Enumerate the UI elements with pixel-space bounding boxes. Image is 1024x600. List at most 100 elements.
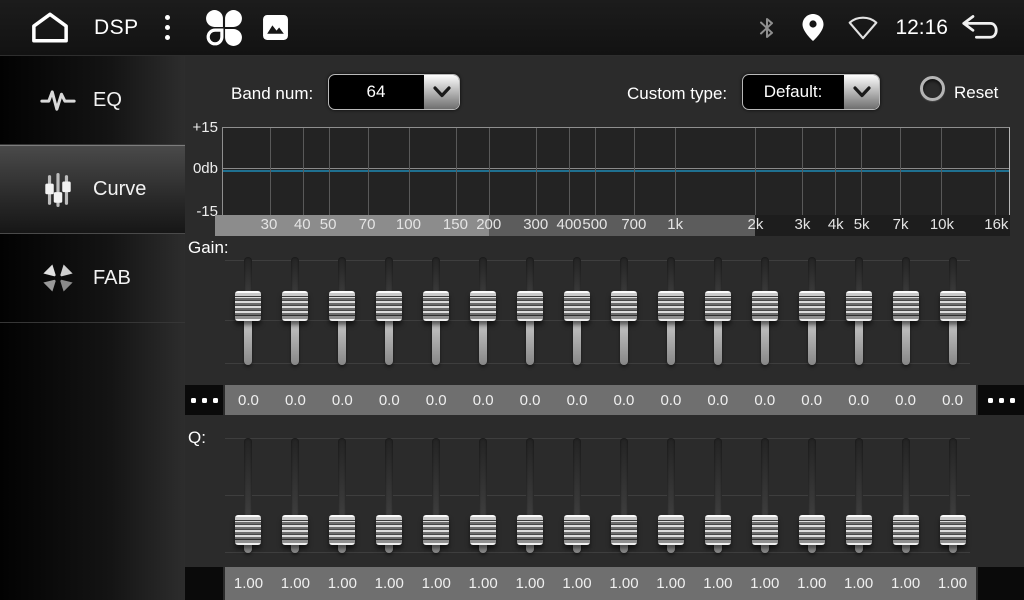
custom-type-dropdown[interactable]: Default: bbox=[742, 74, 880, 110]
gain-slider[interactable] bbox=[835, 250, 882, 380]
q-slider[interactable] bbox=[366, 420, 413, 560]
q-value: 1.00 bbox=[507, 575, 554, 592]
plot-gridline bbox=[303, 128, 304, 215]
gain-more-left-button[interactable] bbox=[185, 385, 223, 415]
gain-slider-knob[interactable] bbox=[282, 291, 308, 321]
gain-slider[interactable] bbox=[601, 250, 648, 380]
q-slider-knob[interactable] bbox=[846, 515, 872, 545]
gallery-icon[interactable] bbox=[262, 14, 289, 41]
q-slider-knob[interactable] bbox=[376, 515, 402, 545]
q-slider-knob[interactable] bbox=[752, 515, 778, 545]
gain-slider-knob[interactable] bbox=[470, 291, 496, 321]
gain-slider-knob[interactable] bbox=[517, 291, 543, 321]
q-slider[interactable] bbox=[835, 420, 882, 560]
gain-value: 0.0 bbox=[366, 392, 413, 409]
q-slider[interactable] bbox=[929, 420, 976, 560]
overflow-menu-icon[interactable] bbox=[165, 15, 170, 40]
gain-slider-knob[interactable] bbox=[611, 291, 637, 321]
gain-slider-knob[interactable] bbox=[235, 291, 261, 321]
gain-slider[interactable] bbox=[882, 250, 929, 380]
custom-type-value: Default: bbox=[743, 75, 843, 109]
gain-slider[interactable] bbox=[647, 250, 694, 380]
q-slider-knob[interactable] bbox=[564, 515, 590, 545]
plot-gridline bbox=[489, 128, 490, 215]
gain-slider[interactable] bbox=[507, 250, 554, 380]
q-slider-knob[interactable] bbox=[611, 515, 637, 545]
q-value: 1.00 bbox=[694, 575, 741, 592]
q-slider[interactable] bbox=[882, 420, 929, 560]
frequency-tick-label: 500 bbox=[582, 216, 607, 233]
q-slider-knob[interactable] bbox=[423, 515, 449, 545]
q-slider-knob[interactable] bbox=[705, 515, 731, 545]
plot-gridline bbox=[536, 128, 537, 215]
gain-slider[interactable] bbox=[413, 250, 460, 380]
chevron-down-icon[interactable] bbox=[843, 75, 879, 109]
gain-slider[interactable] bbox=[788, 250, 835, 380]
gain-slider[interactable] bbox=[694, 250, 741, 380]
sidebar-item-fab[interactable]: FAB bbox=[0, 234, 185, 323]
reset-radio-button[interactable] bbox=[920, 76, 945, 101]
gain-slider-knob[interactable] bbox=[799, 291, 825, 321]
gain-slider-knob[interactable] bbox=[752, 291, 778, 321]
frequency-tick-label: 30 bbox=[261, 216, 278, 233]
status-bar: DSP 12:16 bbox=[0, 0, 1024, 56]
q-slider[interactable] bbox=[225, 420, 272, 560]
gain-slider[interactable] bbox=[554, 250, 601, 380]
frequency-tick-label: 40 bbox=[294, 216, 311, 233]
frequency-tick-label: 70 bbox=[359, 216, 376, 233]
home-icon[interactable] bbox=[28, 11, 72, 44]
q-slider[interactable] bbox=[741, 420, 788, 560]
q-slider-knob[interactable] bbox=[235, 515, 261, 545]
q-slider-knob[interactable] bbox=[282, 515, 308, 545]
q-slider[interactable] bbox=[319, 420, 366, 560]
gain-slider-knob[interactable] bbox=[893, 291, 919, 321]
q-slider-knob[interactable] bbox=[893, 515, 919, 545]
q-slider[interactable] bbox=[788, 420, 835, 560]
q-slider-knob[interactable] bbox=[799, 515, 825, 545]
gain-slider[interactable] bbox=[929, 250, 976, 380]
back-icon[interactable] bbox=[958, 13, 1004, 43]
custom-type-label: Custom type: bbox=[627, 81, 727, 107]
gain-slider-knob[interactable] bbox=[329, 291, 355, 321]
plot-gridline bbox=[861, 128, 862, 215]
q-value: 1.00 bbox=[788, 575, 835, 592]
q-slider-knob[interactable] bbox=[470, 515, 496, 545]
apps-clover-icon[interactable] bbox=[204, 9, 244, 47]
gain-slider[interactable] bbox=[225, 250, 272, 380]
q-row-right-cap bbox=[978, 567, 1024, 600]
sidebar-item-curve[interactable]: Curve bbox=[0, 145, 185, 234]
gain-slider[interactable] bbox=[319, 250, 366, 380]
q-slider-knob[interactable] bbox=[940, 515, 966, 545]
gain-slider-knob[interactable] bbox=[376, 291, 402, 321]
q-slider[interactable] bbox=[413, 420, 460, 560]
gain-slider[interactable] bbox=[366, 250, 413, 380]
gain-slider-knob[interactable] bbox=[705, 291, 731, 321]
q-slider[interactable] bbox=[460, 420, 507, 560]
y-axis-label-min: -15 bbox=[185, 203, 218, 220]
q-slider[interactable] bbox=[507, 420, 554, 560]
sidebar-item-eq[interactable]: EQ bbox=[0, 56, 185, 145]
q-slider[interactable] bbox=[601, 420, 648, 560]
gain-slider-knob[interactable] bbox=[940, 291, 966, 321]
gain-slider-knob[interactable] bbox=[423, 291, 449, 321]
chevron-down-icon[interactable] bbox=[423, 75, 459, 109]
q-slider[interactable] bbox=[647, 420, 694, 560]
gain-slider-knob[interactable] bbox=[846, 291, 872, 321]
q-slider[interactable] bbox=[694, 420, 741, 560]
q-values-strip: 1.001.001.001.001.001.001.001.001.001.00… bbox=[225, 567, 976, 600]
gain-slider[interactable] bbox=[460, 250, 507, 380]
gain-slider-knob[interactable] bbox=[564, 291, 590, 321]
q-slider-knob[interactable] bbox=[658, 515, 684, 545]
gain-more-right-button[interactable] bbox=[978, 385, 1024, 415]
q-value: 1.00 bbox=[554, 575, 601, 592]
q-slider[interactable] bbox=[554, 420, 601, 560]
band-num-dropdown[interactable]: 64 bbox=[328, 74, 460, 110]
gain-slider[interactable] bbox=[272, 250, 319, 380]
gain-slider-knob[interactable] bbox=[658, 291, 684, 321]
q-slider-knob[interactable] bbox=[329, 515, 355, 545]
wifi-icon bbox=[847, 15, 879, 40]
gain-slider[interactable] bbox=[741, 250, 788, 380]
q-slider[interactable] bbox=[272, 420, 319, 560]
q-slider-knob[interactable] bbox=[517, 515, 543, 545]
gain-value: 0.0 bbox=[413, 392, 460, 409]
